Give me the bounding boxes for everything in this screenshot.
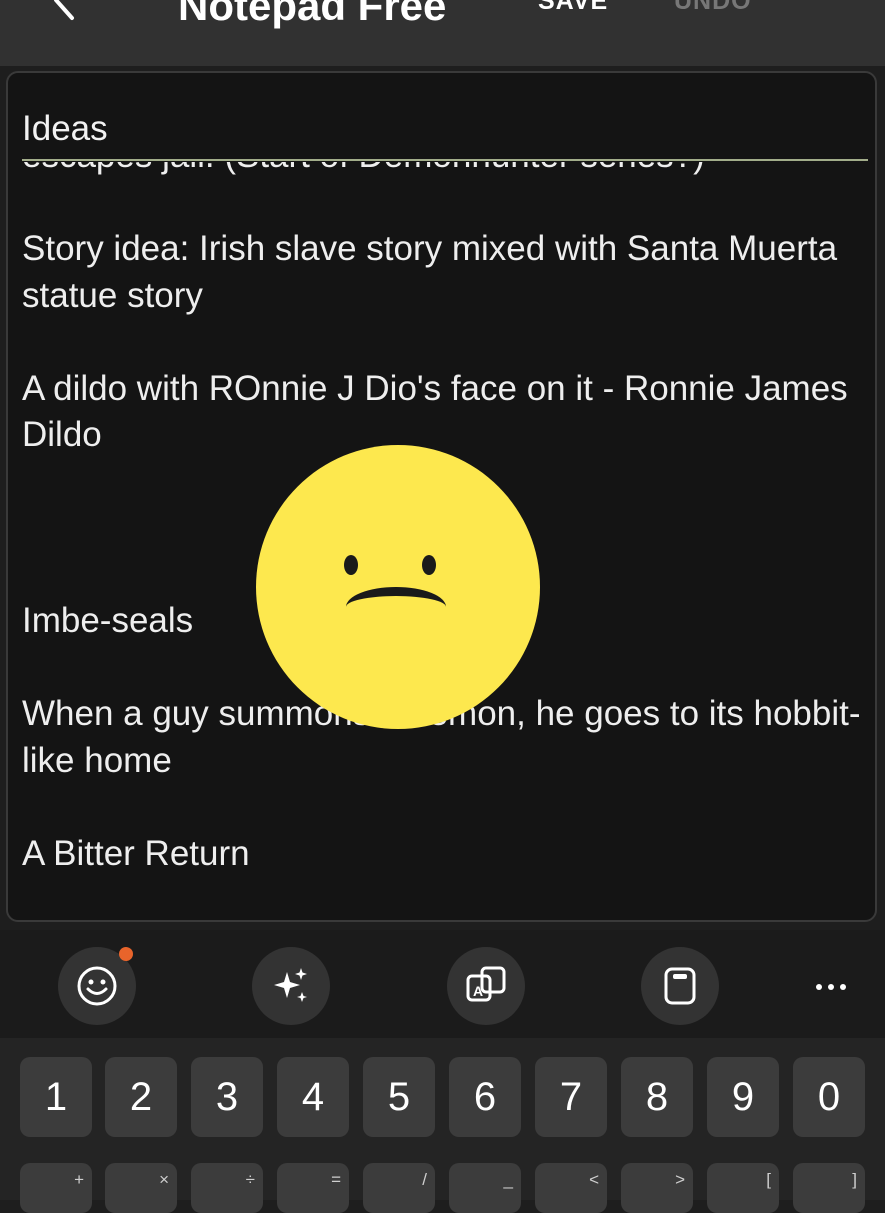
- note-paragraph: escapes jail. (Start of Demonhunter seri…: [22, 162, 862, 180]
- key-5[interactable]: 5: [363, 1057, 435, 1137]
- key-symbol: +: [74, 1170, 84, 1189]
- key-symbol: >: [675, 1170, 685, 1189]
- key-8[interactable]: 8: [621, 1057, 693, 1137]
- key-symbol: /: [422, 1170, 427, 1189]
- clipboard-button[interactable]: [641, 947, 719, 1025]
- app-title: Notepad Free: [178, 0, 447, 29]
- note-paragraph: A dildo with ROnnie J Dio's face on it -…: [22, 368, 848, 455]
- more-options-icon[interactable]: [806, 977, 856, 997]
- key-row2-1[interactable]: +: [20, 1163, 92, 1213]
- key-symbol: ]: [852, 1170, 857, 1189]
- key-3[interactable]: 3: [191, 1057, 263, 1137]
- key-row2-3[interactable]: ÷: [191, 1163, 263, 1213]
- key-symbol: _: [503, 1170, 513, 1189]
- key-symbol: <: [589, 1170, 599, 1189]
- left-eye: [344, 555, 358, 575]
- clipboard-icon: [664, 967, 696, 1005]
- title-underline: [22, 159, 868, 161]
- keyboard: 1 2 3 4 5 6 7 8 9 0 + × ÷ = / _ < > [ ]: [0, 1038, 885, 1213]
- keyboard-toolbar: A: [0, 930, 885, 1038]
- app-bar: Notepad Free SAVE UNDO: [0, 0, 885, 66]
- translate-button[interactable]: A: [447, 947, 525, 1025]
- svg-text:A: A: [473, 983, 483, 999]
- back-button[interactable]: [42, 0, 86, 22]
- key-row2-8[interactable]: >: [621, 1163, 693, 1213]
- key-9[interactable]: 9: [707, 1057, 779, 1137]
- emoji-icon: [77, 966, 117, 1006]
- key-4[interactable]: 4: [277, 1057, 349, 1137]
- key-2[interactable]: 2: [105, 1057, 177, 1137]
- key-row2-2[interactable]: ×: [105, 1163, 177, 1213]
- key-row2-5[interactable]: /: [363, 1163, 435, 1213]
- note-title-field[interactable]: Ideas: [22, 109, 108, 149]
- overflow-menu-button[interactable]: [818, 0, 842, 20]
- key-symbol: [: [766, 1170, 771, 1189]
- translate-icon: A: [466, 966, 506, 1002]
- right-eye: [422, 555, 436, 575]
- key-0[interactable]: 0: [793, 1057, 865, 1137]
- note-paragraph: A Bitter Return: [22, 833, 250, 873]
- ai-sparkle-icon: [274, 968, 307, 1002]
- key-row2-6[interactable]: _: [449, 1163, 521, 1213]
- ai-sparkle-button[interactable]: [252, 947, 330, 1025]
- key-row2-7[interactable]: <: [535, 1163, 607, 1213]
- key-row2-10[interactable]: ]: [793, 1163, 865, 1213]
- key-7[interactable]: 7: [535, 1057, 607, 1137]
- key-symbol: =: [331, 1170, 341, 1189]
- key-6[interactable]: 6: [449, 1057, 521, 1137]
- key-symbol: ×: [159, 1170, 169, 1189]
- key-row2-9[interactable]: [: [707, 1163, 779, 1213]
- key-row2-4[interactable]: =: [277, 1163, 349, 1213]
- note-paragraph: Story idea: Irish slave story mixed with…: [22, 229, 838, 315]
- undo-button[interactable]: UNDO: [674, 0, 752, 16]
- notification-dot: [119, 947, 133, 961]
- frown-mouth: [346, 587, 446, 627]
- save-button[interactable]: SAVE: [538, 0, 608, 16]
- key-1[interactable]: 1: [20, 1057, 92, 1137]
- sad-face-emoji-icon: [256, 445, 540, 729]
- back-arrow-icon: [54, 0, 74, 20]
- key-symbol: ÷: [245, 1170, 255, 1189]
